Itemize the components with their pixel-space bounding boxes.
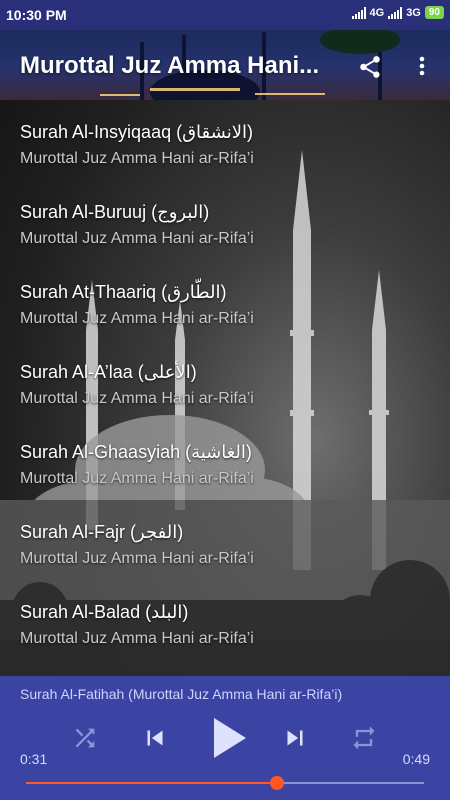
surah-list: Surah Al-Insyiqaaq (الانشقاق) Murottal J…	[0, 100, 450, 676]
header-title: Murottal Juz Amma Hani...	[20, 52, 320, 79]
list-item-title: Surah Al-Insyiqaaq (الانشقاق)	[20, 122, 253, 142]
share-icon[interactable]	[357, 54, 383, 80]
total-duration: 0:49	[402, 751, 430, 767]
list-item-subtitle: Murottal Juz Amma Hani ar-Rifa’i	[20, 630, 254, 647]
network-label-1: 4G	[369, 6, 385, 19]
list-item[interactable]: Surah Al-Ghaasyiah (الغاشية) Murottal Ju…	[0, 420, 450, 500]
skip-previous-icon[interactable]	[140, 723, 170, 758]
status-icons: 4G 3G 90	[351, 6, 444, 19]
list-item-subtitle: Murottal Juz Amma Hani ar-Rifa’i	[20, 550, 254, 567]
player-panel: Surah Al-Fatihah (Murottal Juz Amma Hani…	[0, 676, 450, 800]
battery-icon: 90	[424, 6, 444, 19]
more-vert-icon[interactable]	[412, 54, 432, 78]
list-item[interactable]: Surah Al-Fajr (الفجر) Murottal Juz Amma …	[0, 500, 450, 580]
play-icon[interactable]	[208, 716, 248, 765]
elapsed-time: 0:31	[20, 751, 48, 767]
status-time: 10:30 PM	[6, 7, 67, 23]
app-header: Murottal Juz Amma Hani...	[0, 30, 450, 100]
seek-bar-progress	[26, 782, 277, 784]
skip-next-icon[interactable]	[280, 723, 310, 758]
seek-bar[interactable]	[26, 782, 424, 784]
list-item-subtitle: Murottal Juz Amma Hani ar-Rifa’i	[20, 310, 254, 327]
list-item-title: Surah Al-Fajr (الفجر)	[20, 522, 184, 542]
shuffle-icon[interactable]	[71, 724, 99, 757]
list-item[interactable]: Surah Al-Insyiqaaq (الانشقاق) Murottal J…	[0, 100, 450, 180]
list-item[interactable]: Surah Al-Balad (البلد) Murottal Juz Amma…	[0, 580, 450, 660]
seek-bar-thumb[interactable]	[269, 776, 284, 790]
repeat-icon[interactable]	[350, 724, 378, 757]
app-screen: 10:30 PM 4G 3G 90 Murottal Juz Amma Hani…	[0, 0, 450, 800]
now-playing-title: Surah Al-Fatihah (Murottal Juz Amma Hani…	[20, 686, 343, 702]
list-item-title: Surah At-Thaariq (الطّارق)	[20, 282, 227, 302]
list-item-subtitle: Murottal Juz Amma Hani ar-Rifa’i	[20, 230, 254, 247]
signal-icon	[351, 6, 366, 19]
list-item[interactable]: Surah Al-Buruuj (البروج) Murottal Juz Am…	[0, 180, 450, 260]
list-item-title: Surah Al-A’laa (الأعلى)	[20, 362, 197, 382]
signal-icon-2	[388, 6, 403, 19]
list-item-title: Surah Al-Buruuj (البروج)	[20, 202, 210, 222]
list-item-title: Surah Al-Ghaasyiah (الغاشية)	[20, 442, 252, 462]
list-item-subtitle: Murottal Juz Amma Hani ar-Rifa’i	[20, 390, 254, 407]
status-bar: 10:30 PM 4G 3G 90	[0, 0, 450, 30]
list-item[interactable]: Surah At-Thaariq (الطّارق) Murottal Juz …	[0, 260, 450, 340]
list-item-title: Surah Al-Balad (البلد)	[20, 602, 189, 622]
list-item-subtitle: Murottal Juz Amma Hani ar-Rifa’i	[20, 470, 254, 487]
list-item[interactable]: Surah Al-A’laa (الأعلى) Murottal Juz Amm…	[0, 340, 450, 420]
network-label-2: 3G	[406, 6, 421, 19]
list-item-subtitle: Murottal Juz Amma Hani ar-Rifa’i	[20, 150, 254, 167]
